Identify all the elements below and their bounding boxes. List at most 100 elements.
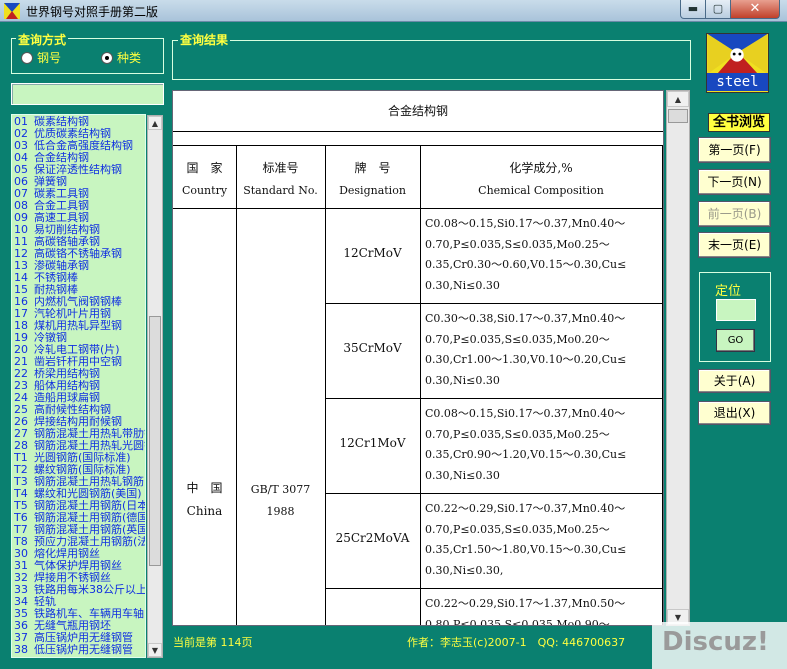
list-item[interactable]: 22 桥梁用结构钢: [14, 368, 145, 380]
category-items: 01 碳素结构钢 02 优质碳素结构钢 03 低合金高强度结构钢 04 合金结构钢 05 保证淬透…: [12, 115, 145, 656]
grade-cell: 12Cr1MoV: [339, 436, 406, 450]
list-item[interactable]: 16 内燃机气阀钢钢棒: [14, 296, 145, 308]
list-item[interactable]: 11 高碳铬轴承钢: [14, 236, 145, 248]
list-item[interactable]: 23 船体用结构钢: [14, 380, 145, 392]
radio-steel-grade-dot[interactable]: [21, 51, 33, 64]
title-bar: 世界钢号对照手册第二版 ▬ ▢ ✕: [0, 0, 787, 22]
go-button[interactable]: GO: [716, 329, 755, 352]
doc-scroll-thumb[interactable]: [668, 109, 688, 123]
list-item-number: 25: [14, 404, 28, 416]
list-item[interactable]: 06 弹簧钢: [14, 176, 145, 188]
list-item[interactable]: 05 保证淬透性结构钢: [14, 164, 145, 176]
composition-line: 0.30,Ni≤0.30: [425, 468, 500, 482]
list-item-label: 渗碳轴承钢: [34, 260, 89, 272]
last-page-button[interactable]: 末一页(E): [698, 232, 771, 258]
list-item-label: 船体用结构钢: [34, 380, 100, 392]
list-item-number: 27: [14, 428, 28, 440]
scroll-down-arrow-icon[interactable]: ▼: [148, 643, 162, 657]
list-item-label: 碳素结构钢: [34, 116, 89, 128]
row-divider: [325, 398, 663, 399]
exit-button[interactable]: 退出(X): [698, 401, 771, 425]
list-item[interactable]: T3 钢筋混凝土用热轧钢筋: [14, 476, 145, 488]
close-button[interactable]: ✕: [730, 0, 780, 19]
list-item[interactable]: T6 钢筋混凝土用钢筋(德国): [14, 512, 145, 524]
list-item[interactable]: 20 冷轧电工钢带(片): [14, 344, 145, 356]
list-item[interactable]: T1 光圆钢筋(国际标准): [14, 452, 145, 464]
list-item[interactable]: 28 钢筋混凝土用热轧光圆钢筋: [14, 440, 145, 452]
list-item-label: 铁路用每米38公斤以上钢轨: [34, 584, 145, 596]
list-item[interactable]: 10 易切削结构钢: [14, 224, 145, 236]
list-item-label: 不锈钢棒: [34, 272, 78, 284]
list-item-label: 钢筋混凝土用热轧带肋钢筋: [34, 428, 145, 440]
minimize-button[interactable]: ▬: [680, 0, 706, 19]
list-item-number: T1: [14, 452, 28, 464]
category-scrollbar[interactable]: ▲ ▼: [147, 115, 163, 658]
list-item[interactable]: T5 钢筋混凝土用钢筋(日本): [14, 500, 145, 512]
list-item[interactable]: 12 高碳铬不锈轴承钢: [14, 248, 145, 260]
header-chemical-cn: 化学成分,%: [509, 161, 573, 175]
page-number-input[interactable]: [716, 299, 756, 321]
list-item-label: 冷镦钢: [34, 332, 67, 344]
list-item[interactable]: 31 气体保护焊用钢丝: [14, 560, 145, 572]
list-item[interactable]: 38 低压锅炉用无缝钢管: [14, 644, 145, 656]
prev-page-button[interactable]: 前一页(B): [698, 201, 771, 227]
next-page-button[interactable]: 下一页(N): [698, 169, 771, 195]
list-item[interactable]: 02 优质碳素结构钢: [14, 128, 145, 140]
list-item-label: 凿岩钎杆用中空钢: [34, 356, 122, 368]
list-item[interactable]: T8 预应力混凝土用钢筋(法国): [14, 536, 145, 548]
list-item[interactable]: 37 高压锅炉用无缝钢管: [14, 632, 145, 644]
list-item[interactable]: 36 无缝气瓶用钢坯: [14, 620, 145, 632]
scroll-up-arrow-icon[interactable]: ▲: [148, 116, 162, 130]
list-item[interactable]: 24 造船用球扁钢: [14, 392, 145, 404]
scroll-thumb[interactable]: [149, 316, 161, 566]
list-item[interactable]: 27 钢筋混凝土用热轧带肋钢筋: [14, 428, 145, 440]
radio-steel-grade[interactable]: 钢号: [21, 49, 61, 66]
list-item-number: 24: [14, 392, 28, 404]
list-item[interactable]: 30 熔化焊用钢丝: [14, 548, 145, 560]
list-item[interactable]: 15 耐热钢棒: [14, 284, 145, 296]
list-item[interactable]: 08 合金工具钢: [14, 200, 145, 212]
composition-cell: C0.30～0.38,Si0.17～0.37,Mn0.40～ 0.70,P≤0.0…: [425, 309, 663, 391]
list-item[interactable]: T7 钢筋混凝土用钢筋(英国): [14, 524, 145, 536]
list-item[interactable]: 17 汽轮机叶片用钢: [14, 308, 145, 320]
list-item[interactable]: 13 渗碳轴承钢: [14, 260, 145, 272]
list-item[interactable]: 34 轻轨: [14, 596, 145, 608]
list-item[interactable]: 04 合金结构钢: [14, 152, 145, 164]
about-button[interactable]: 关于(A): [698, 369, 771, 393]
list-item[interactable]: 01 碳素结构钢: [14, 116, 145, 128]
list-item[interactable]: 09 高速工具钢: [14, 212, 145, 224]
composition-line: 0.30,Ni≤0.30,: [425, 563, 504, 577]
list-item[interactable]: 32 焊接用不锈钢丝: [14, 572, 145, 584]
list-item[interactable]: 19 冷镦钢: [14, 332, 145, 344]
list-item-number: 10: [14, 224, 28, 236]
list-item[interactable]: 18 煤机用热轧异型钢: [14, 320, 145, 332]
document-scrollbar[interactable]: ▲ ▼: [666, 90, 690, 626]
list-item[interactable]: 35 铁路机车、车辆用车轴: [14, 608, 145, 620]
list-item[interactable]: T4 螺纹和光圆钢筋(美国): [14, 488, 145, 500]
list-item-label: 桥梁用结构钢: [34, 368, 100, 380]
composition-line: 0.70,P≤0.035,S≤0.035,Mo0.20～: [425, 332, 610, 346]
header-designation-en: Designation: [339, 184, 406, 197]
radio-category-dot[interactable]: [101, 51, 113, 64]
category-list[interactable]: 01 碳素结构钢 02 优质碳素结构钢 03 低合金高强度结构钢 04 合金结构钢 05 保证淬透…: [11, 114, 146, 658]
list-item-label: 内燃机气阀钢钢棒: [34, 296, 122, 308]
list-item[interactable]: 03 低合金高强度结构钢: [14, 140, 145, 152]
list-item-number: 05: [14, 164, 28, 176]
composition-cell: C0.22～0.29,Si0.17～1.37,Mn0.50～ 0.80,P≤0.0…: [425, 594, 663, 625]
list-item[interactable]: 33 铁路用每米38公斤以上钢轨: [14, 584, 145, 596]
results-label: 查询结果: [178, 31, 231, 48]
first-page-button[interactable]: 第一页(F): [698, 137, 771, 163]
search-input[interactable]: [11, 83, 164, 105]
list-item[interactable]: 26 焊接结构用耐候钢: [14, 416, 145, 428]
list-item[interactable]: 21 凿岩钎杆用中空钢: [14, 356, 145, 368]
list-item[interactable]: T2 螺纹钢筋(国际标准): [14, 464, 145, 476]
radio-category[interactable]: 种类: [101, 49, 141, 66]
list-item[interactable]: 25 高耐候性结构钢: [14, 404, 145, 416]
doc-scroll-up-arrow-icon[interactable]: ▲: [667, 91, 689, 107]
list-item-label: 钢筋混凝土用热轧光圆钢筋: [34, 440, 145, 452]
list-item[interactable]: 07 碳素工具钢: [14, 188, 145, 200]
list-item-number: 01: [14, 116, 28, 128]
maximize-button[interactable]: ▢: [705, 0, 731, 19]
list-item[interactable]: 14 不锈钢棒: [14, 272, 145, 284]
list-item-label: 保证淬透性结构钢: [34, 164, 122, 176]
